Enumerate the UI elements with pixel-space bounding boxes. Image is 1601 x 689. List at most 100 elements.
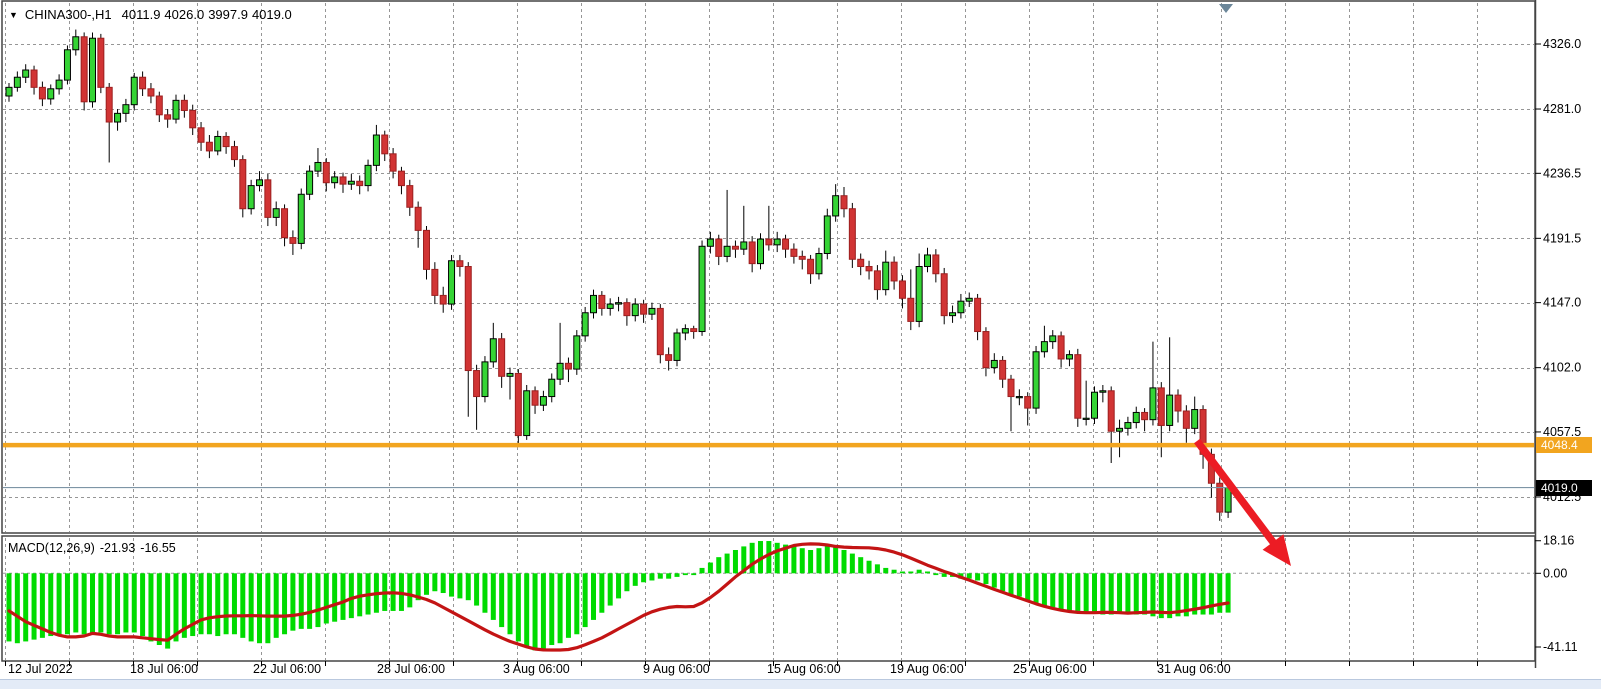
candle <box>1075 349 1081 427</box>
candle <box>591 290 597 319</box>
price-axis[interactable]: 4326.04281.04236.54191.54147.04102.04057… <box>1535 37 1581 654</box>
candle <box>632 298 638 321</box>
candle <box>766 206 772 251</box>
price-axis-label: 4236.5 <box>1543 166 1581 180</box>
candle <box>616 297 622 311</box>
macd-value: -21.93 <box>100 541 135 555</box>
candle <box>282 204 288 246</box>
candle <box>323 158 329 191</box>
window-bottom-strip <box>0 679 1601 689</box>
candle <box>39 82 45 107</box>
price-axis-label: 4147.0 <box>1543 296 1581 310</box>
main-chart-panel[interactable] <box>2 1 1535 533</box>
candle <box>791 243 797 263</box>
candle <box>457 255 463 277</box>
candle <box>966 293 972 307</box>
candle <box>657 304 663 363</box>
candle <box>699 241 705 336</box>
candle <box>1033 346 1039 414</box>
candle <box>849 203 855 268</box>
candle <box>198 122 204 151</box>
candle <box>257 171 263 191</box>
candle <box>624 298 630 325</box>
candle <box>23 64 29 83</box>
candle <box>81 32 87 110</box>
candle <box>123 99 129 122</box>
candle <box>649 303 655 320</box>
candle <box>215 131 221 156</box>
candle <box>248 180 254 215</box>
candle <box>574 330 580 375</box>
candle <box>181 95 187 118</box>
candle <box>674 329 680 367</box>
candle <box>1058 332 1064 368</box>
candle <box>373 125 379 171</box>
candle <box>382 131 388 161</box>
candle <box>774 232 780 252</box>
candle <box>223 132 229 154</box>
candle <box>599 291 605 316</box>
candle <box>950 306 956 323</box>
candle <box>357 175 363 194</box>
candle <box>432 262 438 304</box>
chart-canvas[interactable]: 4326.04281.04236.54191.54147.04102.04057… <box>0 0 1601 689</box>
candle <box>866 261 872 280</box>
candle <box>691 326 697 339</box>
time-axis[interactable]: 12 Jul 202218 Jul 06:0022 Jul 06:0028 Ju… <box>6 661 1478 676</box>
candle <box>231 141 237 167</box>
candle <box>565 358 571 383</box>
candle <box>73 30 79 56</box>
time-axis-label: 28 Jul 06:00 <box>377 662 445 676</box>
candle <box>1100 385 1106 402</box>
candle <box>758 233 764 269</box>
candle <box>1025 392 1031 425</box>
candle <box>532 386 538 413</box>
candle <box>549 373 555 402</box>
candle <box>465 262 471 417</box>
candle <box>716 235 722 265</box>
price-axis-label: 4281.0 <box>1543 102 1581 116</box>
candle <box>106 83 112 162</box>
candle <box>332 171 338 188</box>
candle <box>925 248 931 273</box>
candle <box>816 248 822 280</box>
candle <box>365 160 371 192</box>
candle <box>1041 326 1047 358</box>
candle <box>240 155 246 217</box>
price-axis-label: 4102.0 <box>1543 361 1581 375</box>
time-axis-label: 9 Aug 06:00 <box>643 662 710 676</box>
orange-level-badge: 4048.4 <box>1536 437 1592 453</box>
candle <box>6 83 12 102</box>
candle <box>265 174 271 226</box>
candle <box>666 347 672 370</box>
candle <box>916 254 922 328</box>
time-axis-label: 18 Jul 06:00 <box>130 662 198 676</box>
candle <box>440 287 446 313</box>
candle <box>741 206 747 255</box>
candle <box>1016 389 1022 405</box>
candle <box>582 307 588 342</box>
candle <box>1167 337 1173 431</box>
candle <box>707 232 713 254</box>
candle <box>682 324 688 340</box>
time-axis-label: 25 Aug 06:00 <box>1013 662 1087 676</box>
macd-name: MACD(12,26,9) <box>8 541 95 555</box>
quote-high: 4026.0 <box>164 7 204 22</box>
candle <box>540 391 546 411</box>
candle <box>1192 397 1198 435</box>
candle <box>148 83 154 103</box>
candle <box>515 369 521 446</box>
candle <box>1117 420 1123 458</box>
dropdown-triangle-icon[interactable]: ▼ <box>9 10 18 20</box>
candle <box>31 66 37 95</box>
candle <box>90 32 96 107</box>
candle <box>1050 330 1056 349</box>
candle <box>1142 408 1148 431</box>
candle <box>298 188 304 249</box>
trend-arrow[interactable] <box>1197 441 1291 566</box>
candle <box>841 187 847 217</box>
candle <box>607 298 613 315</box>
candle <box>1183 405 1189 443</box>
candle <box>206 135 212 158</box>
candle <box>1200 405 1206 469</box>
